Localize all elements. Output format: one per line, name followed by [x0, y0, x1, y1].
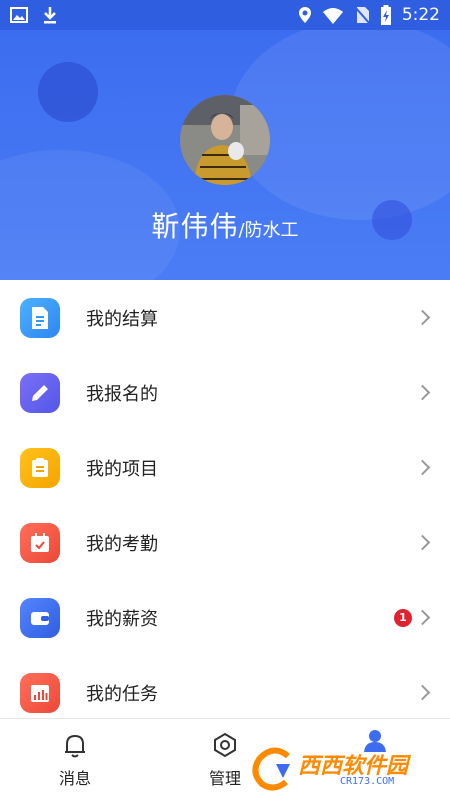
watermark-logo-icon: [252, 747, 290, 791]
menu-label: 我的薪资: [86, 608, 158, 630]
watermark-subtext: CR173.COM: [340, 776, 395, 787]
menu-item-salary[interactable]: 我的薪资 1: [0, 580, 450, 655]
menu-item-attendance[interactable]: 我的考勤: [0, 505, 450, 580]
chevron-right-icon: [414, 309, 431, 326]
notification-badge: 1: [394, 608, 412, 627]
pencil-icon: [20, 372, 60, 413]
chevron-right-icon: [414, 684, 431, 701]
menu-item-projects[interactable]: 我的项目: [0, 430, 450, 505]
wallet-icon: [20, 597, 60, 638]
avatar[interactable]: [180, 95, 270, 185]
decor-bubble: [38, 62, 98, 122]
chevron-right-icon: [414, 609, 431, 626]
menu-label: 我的项目: [86, 458, 158, 480]
battery-charging-icon: [380, 5, 391, 25]
bell-icon: [65, 734, 85, 758]
profile-header: 靳伟伟/防水工: [0, 30, 450, 280]
image-icon: [10, 7, 28, 23]
calendar-check-icon: [20, 522, 60, 563]
chevron-right-icon: [414, 384, 431, 401]
document-icon: [20, 297, 60, 338]
profile-name: 靳伟伟: [151, 210, 239, 243]
chart-calendar-icon: [20, 672, 60, 713]
wifi-icon: [322, 7, 343, 24]
hexagon-icon: [214, 732, 236, 758]
chevron-right-icon: [414, 459, 431, 476]
no-sim-icon: [354, 6, 370, 24]
chevron-right-icon: [414, 534, 431, 551]
menu-label: 我的结算: [86, 308, 158, 330]
menu-label: 我的考勤: [86, 533, 158, 555]
location-icon: [298, 7, 311, 23]
menu-label: 我的任务: [86, 683, 158, 705]
status-time: 5:22: [401, 5, 440, 25]
menu-item-registered[interactable]: 我报名的: [0, 355, 450, 430]
menu-label: 我报名的: [86, 383, 158, 405]
download-icon: [44, 7, 56, 24]
profile-job: /防水工: [238, 220, 299, 241]
watermark: 西西软件园 CR173.COM: [250, 742, 450, 800]
menu-item-settlement[interactable]: 我的结算: [0, 280, 450, 355]
menu-list: 我的结算 我报名的 我的项目 我的考勤 我的薪资 1 我的任务: [0, 280, 450, 718]
clipboard-icon: [20, 447, 60, 488]
profile-name-row: 靳伟伟/防水工: [0, 205, 450, 245]
status-bar: 5:22: [0, 0, 450, 30]
tab-messages[interactable]: 消息: [0, 719, 150, 801]
tab-label: 消息: [58, 769, 91, 788]
